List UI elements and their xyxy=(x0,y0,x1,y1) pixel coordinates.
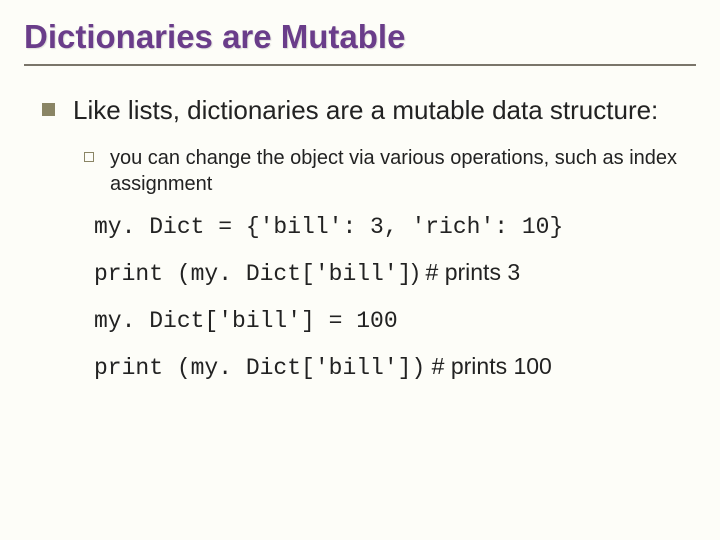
square-bullet-icon xyxy=(42,103,55,116)
bullet-level2: you can change the object via various op… xyxy=(84,145,696,197)
code-text: print (my. Dict['bill']) xyxy=(94,355,425,381)
comment-text: # prints 100 xyxy=(425,353,552,379)
hollow-square-bullet-icon xyxy=(84,152,94,162)
code-text: my. Dict['bill'] = 100 xyxy=(94,308,398,334)
sub1-text: you can change the object via various op… xyxy=(110,145,696,197)
bullet1-text: Like lists, dictionaries are a mutable d… xyxy=(73,94,658,127)
bullet-level1: Like lists, dictionaries are a mutable d… xyxy=(42,94,696,127)
code-text: print (my. Dict['bill'] xyxy=(94,261,411,287)
slide-title: Dictionaries are Mutable xyxy=(24,18,696,66)
paren-text: ) xyxy=(411,259,419,285)
code-line-1: my. Dict = {'bill': 3, 'rich': 10} xyxy=(94,211,696,242)
code-block: my. Dict = {'bill': 3, 'rich': 10} print… xyxy=(94,211,696,382)
comment-text: # prints 3 xyxy=(419,259,520,285)
code-line-3: my. Dict['bill'] = 100 xyxy=(94,305,696,336)
code-line-2: print (my. Dict['bill']) # prints 3 xyxy=(94,258,696,289)
code-text: my. Dict = {'bill': 3, 'rich': 10} xyxy=(94,214,563,240)
code-line-4: print (my. Dict['bill']) # prints 100 xyxy=(94,352,696,383)
